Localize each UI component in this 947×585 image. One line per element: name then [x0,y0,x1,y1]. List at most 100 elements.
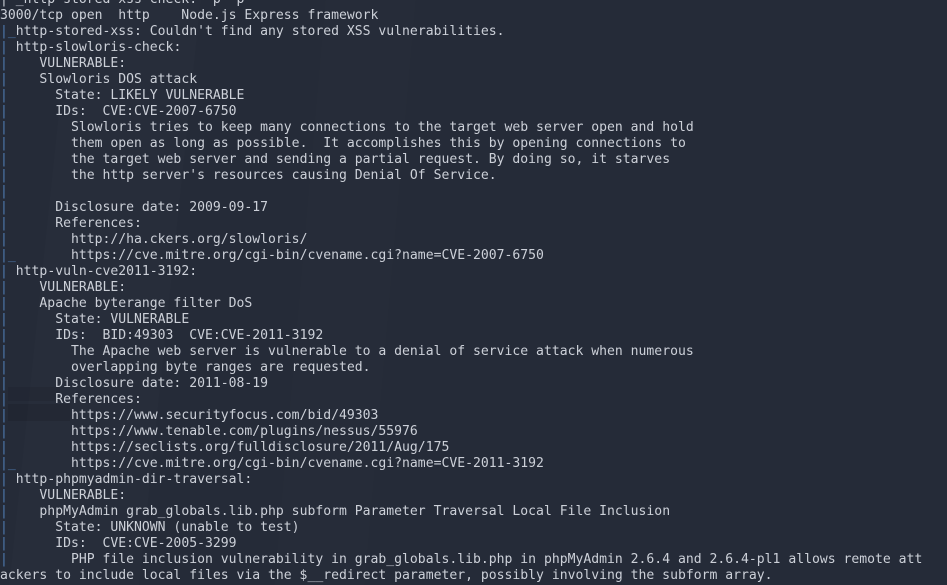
terminal-gutter: |_ [0,248,24,263]
terminal-gutter: | [0,408,24,423]
terminal-gutter: |_ [0,24,16,39]
terminal-text: Apache byterange filter DoS [23,296,253,311]
terminal-text: phpMyAdmin grab_globals.lib.php subform … [23,504,671,519]
terminal-text: Slowloris DOS attack [23,72,198,87]
terminal-line: | The Apache web server is vulnerable to… [0,344,947,360]
terminal-gutter: | [0,296,24,311]
terminal-line: | overlapping byte ranges are requested. [0,360,947,376]
terminal-line: |_http-stored-xss: Couldn't find any sto… [0,24,947,40]
terminal-text: VULNERABLE: [23,56,127,71]
terminal-text: overlapping byte ranges are requested. [23,360,371,375]
terminal-text: | _http-stored-xss-check: p p [0,0,244,7]
terminal-line: | them open as long as possible. It acco… [0,136,947,152]
terminal-text: IDs: CVE:CVE-2005-3299 [23,536,237,551]
terminal-line: 3000/tcp open http Node.js Express frame… [0,8,947,24]
terminal-gutter: | [0,376,24,391]
terminal-text: the http server's resources causing Deni… [23,168,497,183]
terminal-text: PHP file inclusion vulnerability in grab… [23,552,923,567]
terminal-gutter: | [0,104,24,119]
terminal-gutter: | [0,360,24,375]
terminal-line-text: | _http-stored-xss-check: p p [0,0,947,8]
terminal-line: | IDs: BID:49303 CVE:CVE-2011-3192 [0,328,947,344]
terminal-text: Slowloris tries to keep many connections… [23,120,694,135]
terminal-gutter: | [0,88,24,103]
terminal-gutter: | [0,56,24,71]
terminal-gutter: | [0,280,24,295]
terminal-gutter: | [0,488,24,503]
terminal-text: http://ha.ckers.org/slowloris/ [23,232,308,247]
terminal-text: VULNERABLE: [23,280,127,295]
terminal-line: | References: [0,216,947,232]
terminal-gutter: | [0,344,24,359]
terminal-text: Disclosure date: 2011-08-19 [23,376,269,391]
terminal-text: https://www.securityfocus.com/bid/49303 [23,408,379,423]
terminal-line: | https://seclists.org/fulldisclosure/20… [0,440,947,456]
terminal-line: | IDs: CVE:CVE-2005-3299 [0,536,947,552]
terminal-gutter: | [0,472,16,487]
terminal-gutter: | [0,216,24,231]
terminal-gutter: |_ [0,456,24,471]
terminal-line: ackers to include local files via the $_… [0,568,947,584]
terminal-line: | State: LIKELY VULNERABLE [0,88,947,104]
terminal-gutter: | [0,504,24,519]
terminal-text: ackers to include local files via the $_… [0,568,773,583]
terminal-gutter: | [0,152,24,167]
terminal-line: | http-slowloris-check: [0,40,947,56]
terminal-gutter: | [0,392,24,407]
terminal-text: http-stored-xss: Couldn't find any store… [15,24,505,39]
terminal-line: | phpMyAdmin grab_globals.lib.php subfor… [0,504,947,520]
terminal-text: VULNERABLE: [23,488,127,503]
terminal-line: | Slowloris tries to keep many connectio… [0,120,947,136]
terminal-gutter: | [0,200,24,215]
terminal-line: | http-phpmyadmin-dir-traversal: [0,472,947,488]
terminal-gutter: | [0,536,24,551]
terminal-text: them open as long as possible. It accomp… [23,136,686,151]
terminal-text: State: LIKELY VULNERABLE [23,88,245,103]
terminal-scrollback[interactable]: | _http-stored-xss-check: p p3000/tcp op… [0,0,947,584]
terminal-window[interactable]: | _http-stored-xss-check: p p3000/tcp op… [0,0,947,585]
terminal-gutter: | [0,168,24,183]
terminal-line: | the http server's resources causing De… [0,168,947,184]
terminal-line: |_ https://cve.mitre.org/cgi-bin/cvename… [0,456,947,472]
terminal-text: the target web server and sending a part… [23,152,671,167]
terminal-text: References: [23,216,142,231]
terminal-text: https://www.tenable.com/plugins/nessus/5… [23,424,418,439]
terminal-text: http-phpmyadmin-dir-traversal: [15,472,253,487]
terminal-gutter: | [0,72,24,87]
terminal-text: Disclosure date: 2009-09-17 [23,200,269,215]
terminal-line: |_ https://cve.mitre.org/cgi-bin/cvename… [0,248,947,264]
terminal-line: | https://www.securityfocus.com/bid/4930… [0,408,947,424]
terminal-line: | VULNERABLE: [0,280,947,296]
terminal-line: | Apache byterange filter DoS [0,296,947,312]
terminal-line: | Slowloris DOS attack [0,72,947,88]
terminal-gutter: | [0,520,24,535]
terminal-line: | https://www.tenable.com/plugins/nessus… [0,424,947,440]
terminal-line: | State: UNKNOWN (unable to test) [0,520,947,536]
terminal-line: | http-vuln-cve2011-3192: [0,264,947,280]
terminal-text: http-vuln-cve2011-3192: [15,264,198,279]
terminal-line: | the target web server and sending a pa… [0,152,947,168]
terminal-line-clipped: | _http-stored-xss-check: p p [0,0,947,8]
terminal-text: https://cve.mitre.org/cgi-bin/cvename.cg… [23,248,544,263]
terminal-line: | Disclosure date: 2011-08-19 [0,376,947,392]
terminal-gutter: | [0,184,24,199]
terminal-line: | VULNERABLE: [0,56,947,72]
terminal-gutter: | [0,552,24,567]
terminal-line: | http://ha.ckers.org/slowloris/ [0,232,947,248]
terminal-line: | VULNERABLE: [0,488,947,504]
terminal-text: The Apache web server is vulnerable to a… [23,344,694,359]
terminal-text: https://seclists.org/fulldisclosure/2011… [23,440,450,455]
terminal-gutter: | [0,424,24,439]
terminal-line: | [0,184,947,200]
terminal-line: | References: [0,392,947,408]
terminal-text: http-slowloris-check: [15,40,182,55]
terminal-gutter: | [0,312,24,327]
terminal-line: | PHP file inclusion vulnerability in gr… [0,552,947,568]
terminal-text: State: VULNERABLE [23,312,190,327]
terminal-gutter: | [0,440,24,455]
terminal-text: References: [23,392,142,407]
terminal-gutter: | [0,136,24,151]
terminal-gutter: | [0,232,24,247]
terminal-gutter: | [0,120,24,135]
terminal-line: | IDs: CVE:CVE-2007-6750 [0,104,947,120]
